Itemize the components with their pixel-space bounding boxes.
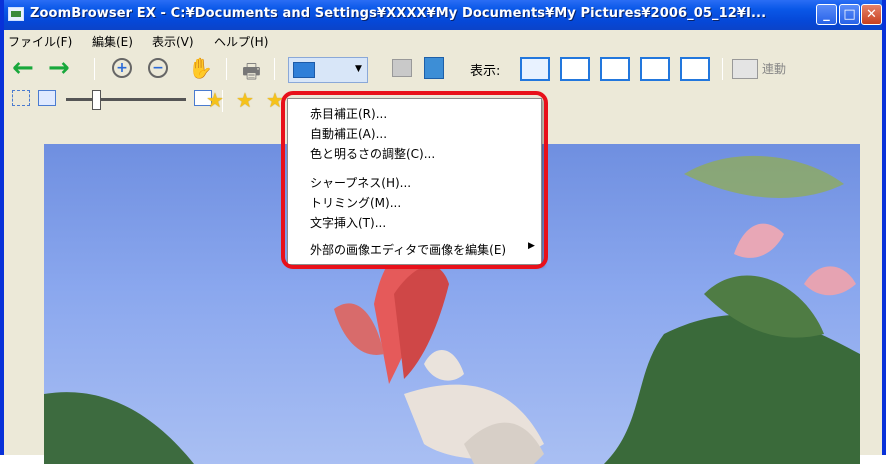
forward-arrow-icon[interactable]: →	[48, 53, 70, 83]
minimize-button[interactable]: _	[816, 4, 837, 25]
layout-rows-button[interactable]	[560, 57, 590, 81]
edit-image-button[interactable]: ▼	[288, 57, 368, 83]
zoom-in-icon[interactable]: +	[112, 58, 132, 78]
star-2-icon[interactable]: ★	[236, 88, 254, 112]
menu-edit[interactable]: 編集(E)	[92, 33, 133, 50]
title-bar[interactable]: ZoomBrowser EX - C:¥Documents and Settin…	[4, 0, 882, 30]
compare-icon[interactable]	[392, 59, 412, 77]
link-label: 連動	[762, 62, 787, 76]
app-window: ZoomBrowser EX - C:¥Documents and Settin…	[0, 0, 886, 464]
layout-single-button[interactable]	[520, 57, 550, 81]
view-label: 表示:	[470, 64, 501, 79]
close-button[interactable]: ✕	[861, 4, 882, 25]
layout-three-col-button[interactable]	[640, 57, 670, 81]
actual-size-icon[interactable]	[38, 90, 56, 106]
link-icon[interactable]	[732, 59, 758, 79]
layout-grid-button[interactable]	[680, 57, 710, 81]
zoom-slider-thumb[interactable]	[92, 90, 101, 110]
menu-file[interactable]: ファイル(F)	[8, 33, 72, 50]
highlight-frame	[281, 91, 548, 269]
window-title: ZoomBrowser EX - C:¥Documents and Settin…	[30, 6, 767, 21]
chevron-down-icon: ▼	[355, 64, 362, 74]
app-icon	[8, 7, 24, 21]
main-toolbar: ← → + − ✋ 🖶 ▼ 表示: 連動	[4, 52, 882, 84]
menu-view[interactable]: 表示(V)	[152, 33, 194, 50]
zoom-slider-track[interactable]	[66, 98, 186, 101]
hand-icon[interactable]: ✋	[188, 56, 213, 80]
properties-icon[interactable]	[424, 57, 444, 79]
menu-bar: ファイル(F) 編集(E) 表示(V) ヘルプ(H)	[4, 30, 882, 52]
fit-icon[interactable]	[12, 90, 30, 106]
layout-two-col-button[interactable]	[600, 57, 630, 81]
image-edit-icon	[293, 62, 315, 78]
back-arrow-icon[interactable]: ←	[12, 53, 34, 83]
zoom-out-icon[interactable]: −	[148, 58, 168, 78]
menu-help[interactable]: ヘルプ(H)	[214, 33, 268, 50]
star-1-icon[interactable]: ★	[206, 88, 224, 112]
maximize-button[interactable]: □	[839, 4, 860, 25]
